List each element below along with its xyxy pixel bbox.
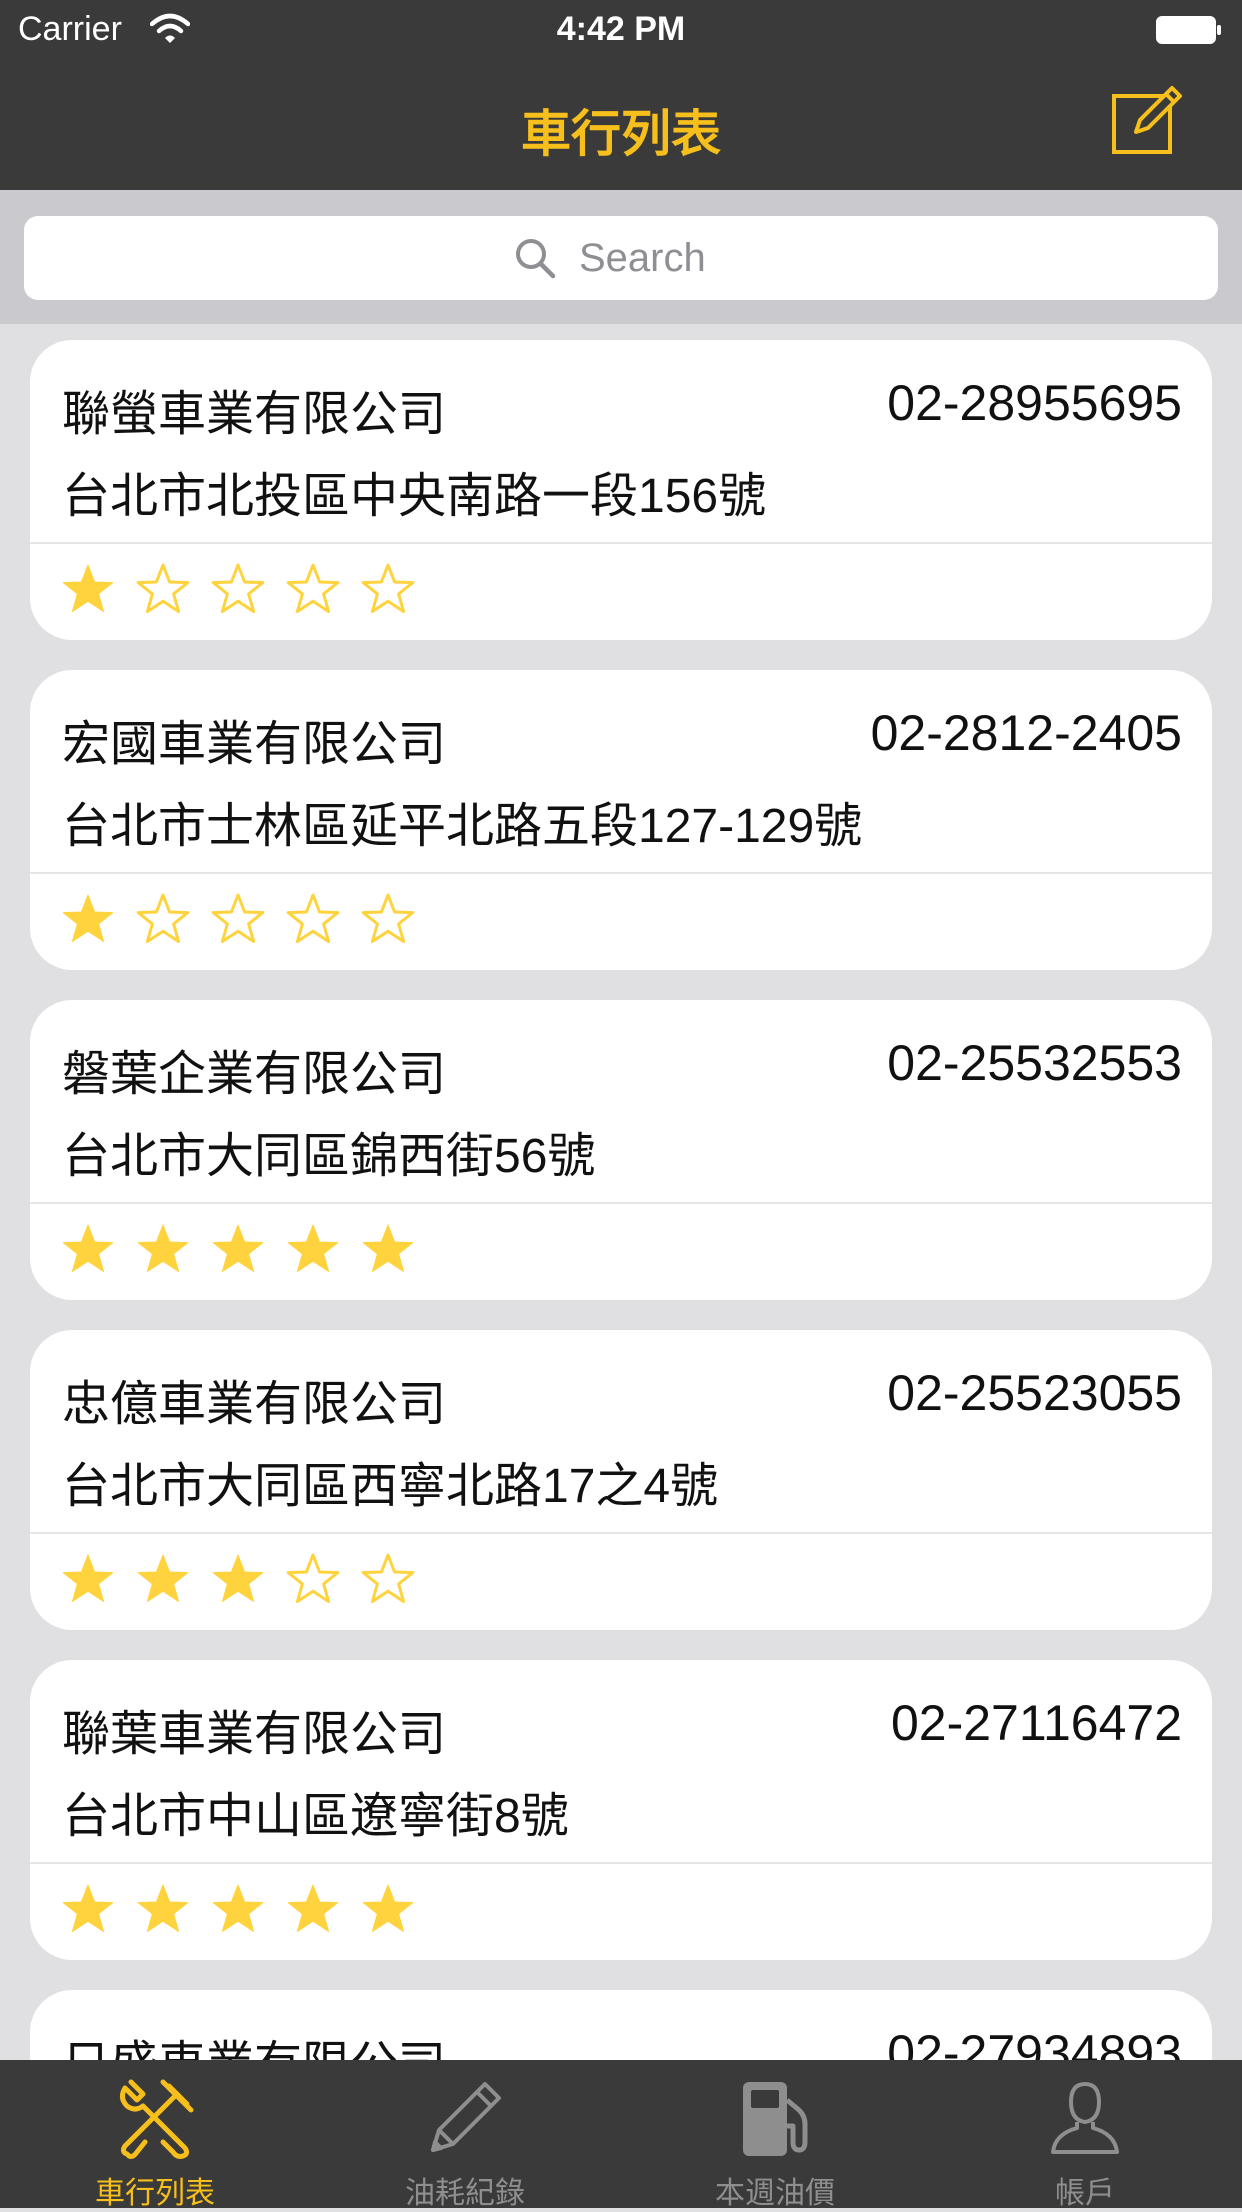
garage-name: 日盛車業有限公司 bbox=[62, 2024, 446, 2060]
garage-phone[interactable]: 02-25523055 bbox=[887, 1364, 1182, 1422]
pencil-icon bbox=[431, 2082, 501, 2152]
garage-name: 聯螢車業有限公司 bbox=[62, 388, 447, 441]
card-divider bbox=[30, 1202, 1212, 1204]
search-input[interactable] bbox=[579, 235, 729, 281]
garage-name: 忠億車業有限公司 bbox=[62, 1378, 447, 1431]
garage-name: 宏國車業有限公司 bbox=[62, 718, 447, 771]
search-icon bbox=[516, 239, 556, 279]
garage-phone[interactable]: 02-27116472 bbox=[891, 1694, 1182, 1752]
search-field[interactable] bbox=[24, 216, 1218, 300]
star-rating bbox=[60, 1540, 435, 1620]
status-time: 4:42 PM bbox=[556, 10, 686, 48]
garage-phone[interactable]: 02-25532553 bbox=[887, 1034, 1182, 1092]
star-rating bbox=[60, 550, 435, 630]
star-empty-icon bbox=[136, 563, 190, 613]
star-filled-icon bbox=[287, 1884, 339, 1932]
garage-name: 磐葉企業有限公司 bbox=[62, 1048, 447, 1101]
star-rating bbox=[60, 1870, 435, 1950]
garage-card[interactable]: 聯葉車業有限公司 02-27116472 台北市中山區遼寧街8號 bbox=[30, 1660, 1212, 1960]
card-divider bbox=[30, 542, 1212, 544]
garage-address: 台北市北投區中央南路一段156號 bbox=[62, 470, 767, 523]
tab-label: 車行列表 bbox=[95, 2177, 215, 2210]
star-empty-icon bbox=[211, 563, 265, 613]
star-filled-icon bbox=[62, 564, 114, 612]
garage-address: 台北市士林區延平北路五段127-129號 bbox=[62, 800, 863, 853]
star-filled-icon bbox=[287, 1224, 339, 1272]
star-empty-icon bbox=[286, 893, 340, 943]
garage-phone[interactable]: 02-27934893 bbox=[887, 2024, 1182, 2060]
star-filled-icon bbox=[137, 1884, 189, 1932]
garage-list[interactable]: 聯螢車業有限公司 02-28955695 台北市北投區中央南路一段156號 宏國… bbox=[0, 324, 1242, 2060]
garage-card[interactable]: 磐葉企業有限公司 02-25532553 台北市大同區錦西街56號 bbox=[30, 1000, 1212, 1300]
tab-label: 油耗紀錄 bbox=[405, 2177, 525, 2210]
tab-label: 本週油價 bbox=[715, 2177, 835, 2210]
star-empty-icon bbox=[211, 893, 265, 943]
card-divider bbox=[30, 1532, 1212, 1534]
garage-address: 台北市大同區錦西街56號 bbox=[62, 1130, 596, 1183]
tab-weekly-fuel-price[interactable]: 本週油價 bbox=[620, 2060, 930, 2210]
tab-fuel-records[interactable]: 油耗紀錄 bbox=[310, 2060, 620, 2210]
star-filled-icon bbox=[362, 1224, 414, 1272]
page-title: 車行列表 bbox=[521, 106, 721, 162]
star-rating bbox=[60, 880, 435, 960]
garage-address: 台北市中山區遼寧街8號 bbox=[62, 1790, 569, 1843]
person-icon bbox=[1051, 2082, 1119, 2154]
tab-bar: 車行列表 油耗紀錄 本週油價 帳戶 bbox=[0, 2060, 1242, 2210]
garage-phone[interactable]: 02-2812-2405 bbox=[871, 704, 1182, 762]
garage-name: 聯葉車業有限公司 bbox=[62, 1708, 447, 1761]
garage-phone[interactable]: 02-28955695 bbox=[887, 374, 1182, 432]
fuel-pump-icon bbox=[743, 2082, 808, 2156]
star-filled-icon bbox=[212, 1554, 264, 1602]
star-rating bbox=[60, 1210, 435, 1290]
search-bar bbox=[0, 190, 1242, 324]
star-empty-icon bbox=[361, 1553, 415, 1603]
card-divider bbox=[30, 872, 1212, 874]
garage-card[interactable]: 聯螢車業有限公司 02-28955695 台北市北投區中央南路一段156號 bbox=[30, 340, 1212, 640]
star-filled-icon bbox=[62, 1224, 114, 1272]
compose-button[interactable] bbox=[1110, 82, 1186, 158]
tab-account[interactable]: 帳戶 bbox=[930, 2060, 1240, 2210]
battery-icon bbox=[1156, 16, 1221, 44]
garage-address: 台北市大同區西寧北路17之4號 bbox=[62, 1460, 719, 1513]
star-filled-icon bbox=[212, 1884, 264, 1932]
navigation-bar: 車行列表 bbox=[0, 60, 1242, 190]
star-empty-icon bbox=[361, 563, 415, 613]
star-empty-icon bbox=[136, 893, 190, 943]
garage-card[interactable]: 宏國車業有限公司 02-2812-2405 台北市士林區延平北路五段127-12… bbox=[30, 670, 1212, 970]
star-empty-icon bbox=[286, 1553, 340, 1603]
star-filled-icon bbox=[212, 1224, 264, 1272]
star-filled-icon bbox=[62, 1884, 114, 1932]
star-filled-icon bbox=[137, 1554, 189, 1602]
star-empty-icon bbox=[361, 893, 415, 943]
star-empty-icon bbox=[286, 563, 340, 613]
garage-card[interactable]: 忠億車業有限公司 02-25523055 台北市大同區西寧北路17之4號 bbox=[30, 1330, 1212, 1630]
star-filled-icon bbox=[62, 894, 114, 942]
star-filled-icon bbox=[62, 1554, 114, 1602]
tab-label: 帳戶 bbox=[1055, 2177, 1115, 2210]
star-filled-icon bbox=[362, 1884, 414, 1932]
garage-card[interactable]: 日盛車業有限公司 02-27934893 bbox=[30, 1990, 1212, 2060]
tab-garage-list[interactable]: 車行列表 bbox=[0, 2060, 310, 2210]
tools-icon bbox=[119, 2079, 194, 2159]
card-divider bbox=[30, 1862, 1212, 1864]
status-bar: Carrier 4:42 PM bbox=[0, 0, 1242, 60]
star-filled-icon bbox=[137, 1224, 189, 1272]
